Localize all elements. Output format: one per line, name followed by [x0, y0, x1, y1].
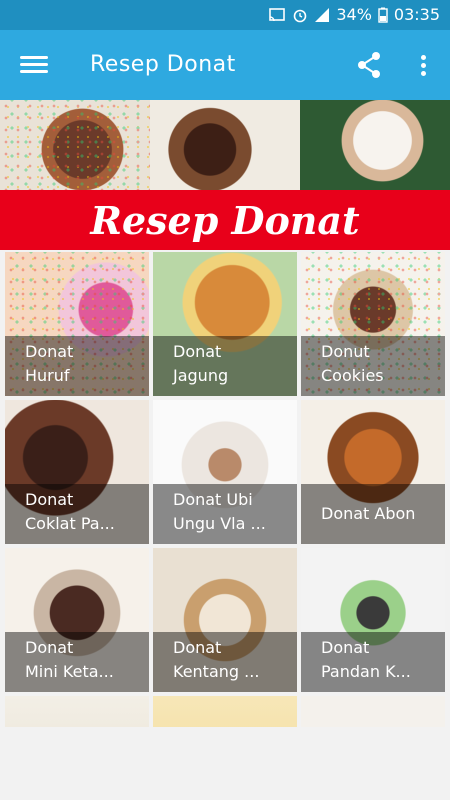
status-bar: 34% 03:35: [0, 0, 450, 30]
recipe-tile[interactable]: Donat Abon: [301, 400, 445, 544]
header-banner: [0, 100, 450, 190]
recipe-tile[interactable]: Donat Jagung: [153, 252, 297, 396]
battery-icon: [378, 7, 388, 23]
cast-icon: [269, 7, 286, 21]
recipe-grid: Donat Huruf Donat Jagung Donut Cookies D…: [0, 252, 450, 727]
recipe-title: Donut Cookies: [301, 336, 445, 396]
recipe-title: Donat Mini Keta...: [5, 632, 149, 692]
recipe-title: Donat Ubi Ungu Vla ...: [153, 484, 297, 544]
recipe-image: [153, 696, 297, 727]
alarm-icon: [294, 9, 307, 22]
recipe-tile[interactable]: [5, 696, 149, 727]
menu-icon[interactable]: [20, 52, 48, 78]
page-title: Resep Donat: [90, 52, 236, 77]
banner-image-donuts-chocolate: [150, 100, 300, 190]
more-vert-icon[interactable]: [416, 52, 430, 80]
recipe-tile[interactable]: [301, 696, 445, 727]
signal-icon: [315, 7, 330, 22]
recipe-title: Donat Kentang ...: [153, 632, 297, 692]
recipe-tile[interactable]: Donat Ubi Ungu Vla ...: [153, 400, 297, 544]
banner-image-donuts-sprinkles: [0, 100, 150, 190]
recipe-title: Donat Abon: [301, 484, 445, 544]
recipe-tile[interactable]: Donat Coklat Pa...: [5, 400, 149, 544]
recipe-image: [5, 696, 149, 727]
title-banner-label: Resep Donat: [90, 197, 360, 243]
title-banner: Resep Donat: [0, 190, 450, 250]
recipe-tile[interactable]: Donat Kentang ...: [153, 548, 297, 692]
recipe-title: Donat Huruf: [5, 336, 149, 396]
recipe-title: Donat Pandan K...: [301, 632, 445, 692]
recipe-tile[interactable]: Donut Cookies: [301, 252, 445, 396]
status-time: 03:35: [393, 5, 440, 24]
recipe-title: Donat Coklat Pa...: [5, 484, 149, 544]
banner-image-donuts-sugar: [300, 100, 450, 190]
recipe-tile[interactable]: Donat Mini Keta...: [5, 548, 149, 692]
recipe-title: Donat Jagung: [153, 336, 297, 396]
battery-percent: 34%: [336, 5, 372, 24]
app-bar: Resep Donat: [0, 30, 450, 100]
recipe-tile[interactable]: Donat Huruf: [5, 252, 149, 396]
recipe-image: [301, 696, 445, 727]
recipe-tile[interactable]: Donat Pandan K...: [301, 548, 445, 692]
share-icon[interactable]: [354, 50, 384, 80]
bottom-area: [0, 727, 450, 800]
recipe-tile[interactable]: [153, 696, 297, 727]
